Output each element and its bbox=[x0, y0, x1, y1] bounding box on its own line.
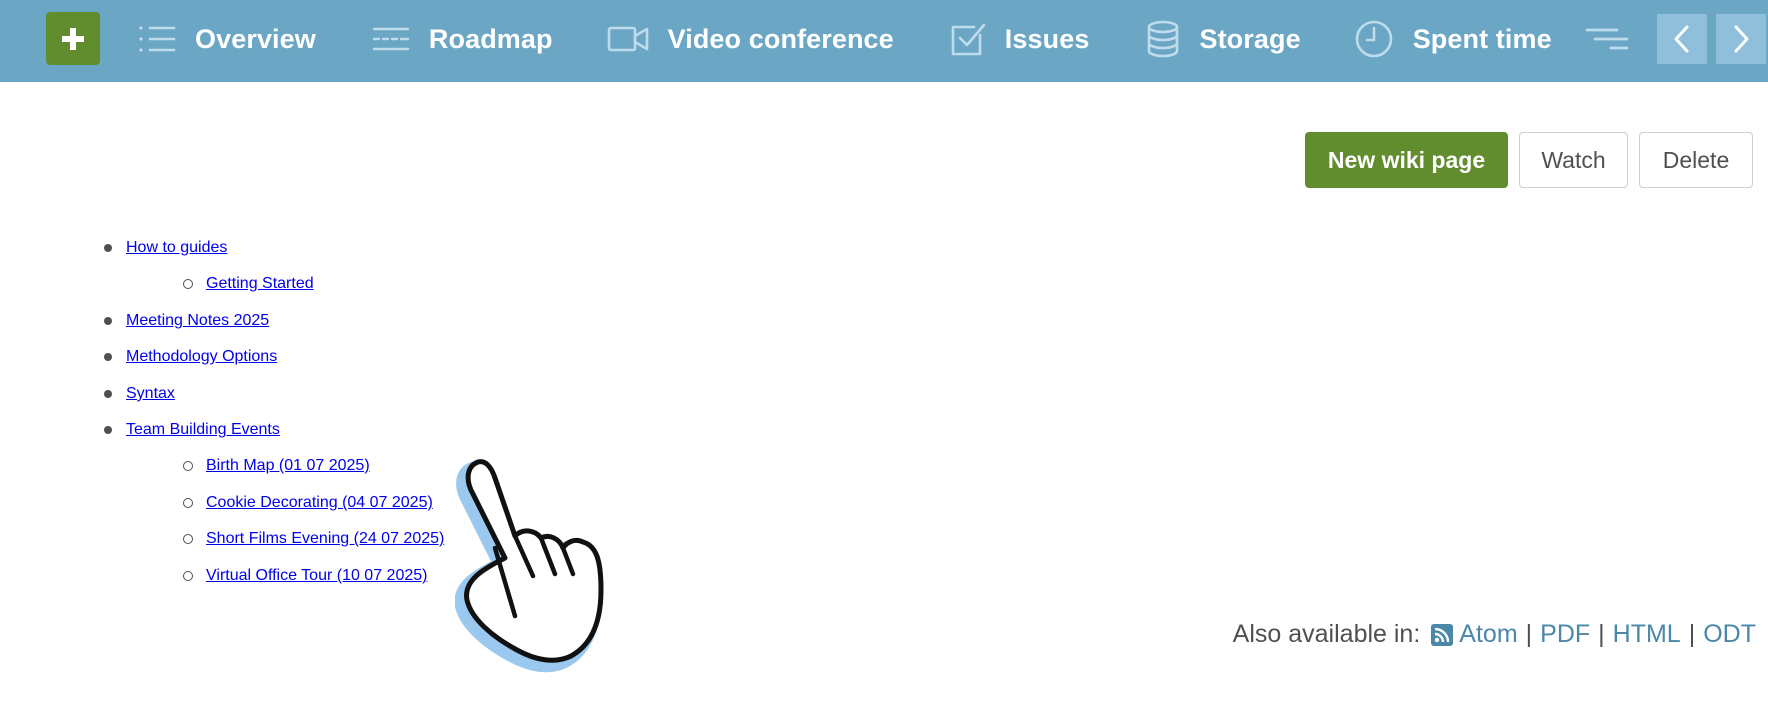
list-item: Meeting Notes 2025 bbox=[126, 303, 269, 339]
list-bullet bbox=[183, 461, 193, 471]
tab-spent-time-label: Spent time bbox=[1412, 23, 1552, 54]
list-bullet bbox=[183, 534, 193, 544]
separator: | bbox=[1598, 620, 1605, 648]
scroll-menu-right-button[interactable] bbox=[1716, 14, 1766, 64]
list-item: Birth Map (01 07 2025) bbox=[206, 448, 370, 484]
list-item: How to guides bbox=[126, 230, 227, 266]
list-bullet bbox=[104, 390, 112, 398]
wiki-page-link[interactable]: Virtual Office Tour (10 07 2025) bbox=[206, 567, 427, 585]
list-bullet bbox=[104, 317, 112, 325]
list-icon bbox=[139, 26, 176, 52]
plus-icon bbox=[62, 27, 84, 50]
tab-roadmap-label: Roadmap bbox=[428, 23, 553, 54]
list-bullet bbox=[104, 244, 112, 252]
tab-issues[interactable]: Issues bbox=[950, 0, 1090, 78]
wiki-page-link[interactable]: How to guides bbox=[126, 239, 227, 257]
export-pdf-link[interactable]: PDF bbox=[1540, 620, 1590, 649]
also-available-label: Also available in: bbox=[1232, 620, 1421, 648]
wiki-page-link[interactable]: Getting Started bbox=[206, 275, 314, 293]
export-odt-link[interactable]: ODT bbox=[1703, 620, 1756, 649]
list-bullet bbox=[183, 498, 193, 508]
list-item: Short Films Evening (24 07 2025) bbox=[206, 521, 444, 557]
wiki-actions: New wiki page Watch Delete bbox=[1305, 132, 1753, 188]
watch-button[interactable]: Watch bbox=[1519, 132, 1628, 188]
wiki-page-link[interactable]: Syntax bbox=[126, 385, 175, 403]
checkbox-icon bbox=[951, 23, 986, 56]
rss-feed-icon[interactable] bbox=[1431, 623, 1454, 646]
tab-overview[interactable]: Overview bbox=[138, 0, 316, 78]
tab-spent-time[interactable]: Spent time bbox=[1354, 0, 1552, 78]
separator: | bbox=[1688, 620, 1696, 648]
list-item: Methodology Options bbox=[126, 339, 277, 375]
list-bullet bbox=[104, 426, 112, 434]
tab-overview-label: Overview bbox=[195, 23, 316, 54]
export-html-link[interactable]: HTML bbox=[1613, 620, 1681, 649]
database-icon bbox=[1148, 20, 1179, 58]
list-bullet bbox=[183, 279, 193, 289]
new-object-button[interactable] bbox=[46, 12, 100, 65]
wiki-page-link[interactable]: Team Building Events bbox=[126, 421, 280, 439]
wiki-page-link[interactable]: Cookie Decorating (04 07 2025) bbox=[206, 494, 433, 512]
top-menu-bar: Overview Roadmap Video conference Issues… bbox=[0, 0, 1768, 82]
list-item: Team Building Events bbox=[126, 412, 280, 448]
tab-storage[interactable]: Storage bbox=[1146, 0, 1301, 78]
roadmap-icon bbox=[372, 27, 410, 51]
tab-issues-label: Issues bbox=[1004, 23, 1090, 54]
wiki-page-link[interactable]: Short Films Evening (24 07 2025) bbox=[206, 530, 444, 548]
tab-video-conference-label: Video conference bbox=[667, 23, 894, 54]
list-bullet bbox=[183, 571, 193, 581]
clock-icon bbox=[1355, 20, 1393, 58]
video-camera-icon bbox=[607, 26, 648, 52]
wiki-page-link[interactable]: Birth Map (01 07 2025) bbox=[206, 457, 370, 475]
delete-button[interactable]: Delete bbox=[1639, 132, 1753, 188]
chevron-right-icon bbox=[1734, 25, 1749, 53]
tab-video-conference[interactable]: Video conference bbox=[607, 0, 894, 78]
more-menu-icon[interactable] bbox=[1585, 24, 1629, 54]
tab-storage-label: Storage bbox=[1199, 23, 1301, 54]
list-bullet bbox=[104, 353, 112, 361]
list-item: Virtual Office Tour (10 07 2025) bbox=[206, 558, 427, 594]
scroll-menu-left-button[interactable] bbox=[1657, 14, 1707, 64]
project-menu: Overview Roadmap Video conference Issues… bbox=[138, 0, 1552, 78]
tab-roadmap[interactable]: Roadmap bbox=[372, 0, 553, 78]
chevron-left-icon bbox=[1674, 25, 1689, 53]
list-item: Syntax bbox=[126, 376, 175, 412]
hand-pointer-icon bbox=[455, 459, 604, 673]
wiki-page-link[interactable]: Methodology Options bbox=[126, 348, 277, 366]
export-atom-link[interactable]: Atom bbox=[1459, 620, 1517, 649]
other-formats: Also available in: Atom | PDF | HTML | O… bbox=[1233, 620, 1756, 649]
separator: | bbox=[1525, 620, 1533, 648]
list-item: Cookie Decorating (04 07 2025) bbox=[206, 485, 433, 521]
new-wiki-page-button[interactable]: New wiki page bbox=[1305, 132, 1508, 188]
list-item: Getting Started bbox=[206, 266, 314, 302]
wiki-page-link[interactable]: Meeting Notes 2025 bbox=[126, 312, 269, 330]
